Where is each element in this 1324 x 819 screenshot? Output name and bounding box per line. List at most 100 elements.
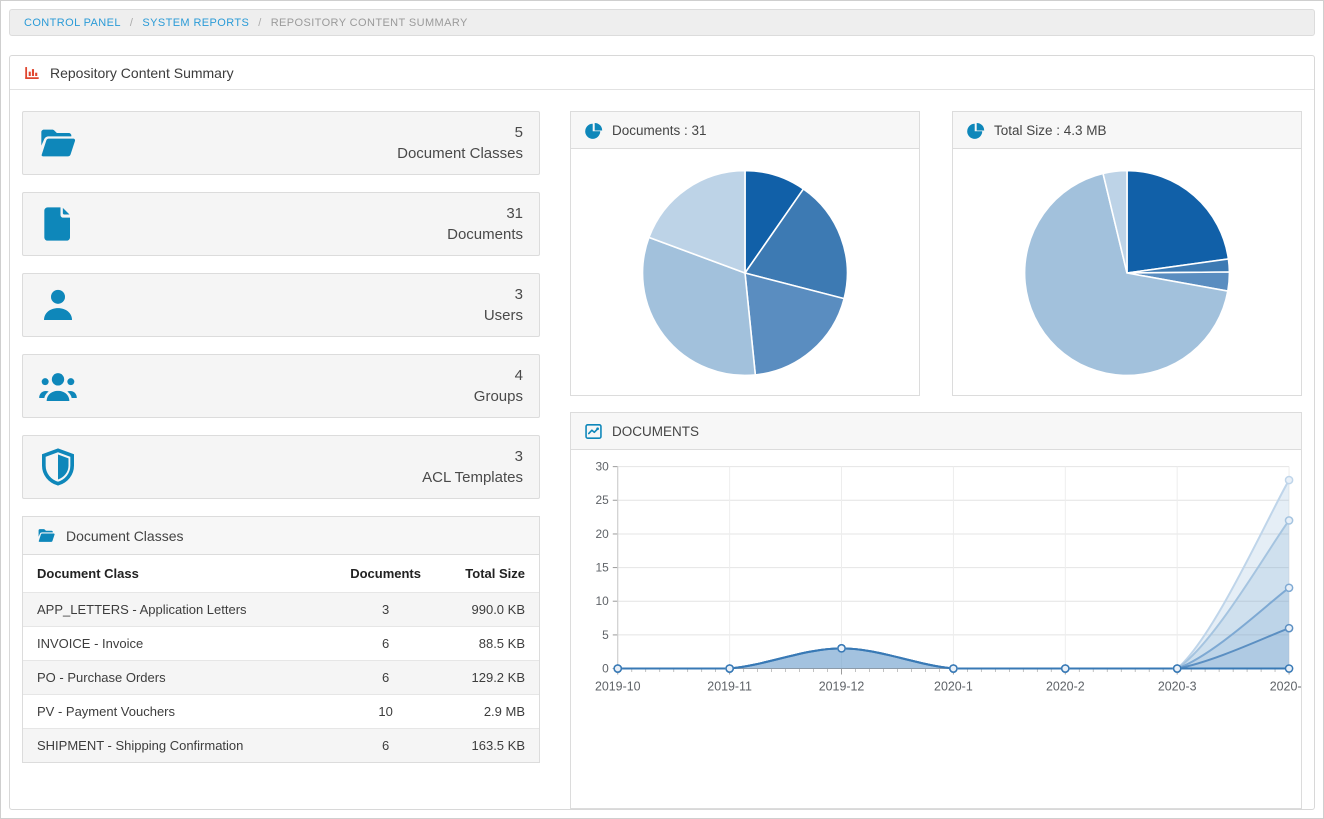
breadcrumb-item: REPOSITORY CONTENT SUMMARY [271,17,468,29]
documents-timeline-panel: DOCUMENTS 0 5 10 15 20 25 30 2019-10 2019-11 2019… [570,412,1302,809]
column-header-documents: Documents [336,555,435,593]
cell-documents: 10 [336,695,435,729]
cell-total-size: 2.9 MB [435,695,539,729]
stat-card-groups: 4 Groups [22,354,540,418]
documents-timeline-header: DOCUMENTS [571,413,1301,450]
stat-label: Document Classes [397,143,523,164]
data-point-marker[interactable] [1285,476,1292,483]
stat-card-documents: 31 Documents [22,192,540,256]
documents-timeline-title: DOCUMENTS [612,424,699,439]
data-point-marker[interactable] [1285,665,1292,672]
cell-total-size: 163.5 KB [435,729,539,763]
svg-text:30: 30 [596,460,610,474]
breadcrumb-item[interactable]: CONTROL PANEL [24,17,121,29]
pie-chart-icon [966,121,985,140]
svg-text:0: 0 [602,662,609,676]
page-header: Repository Content Summary [10,56,1314,90]
svg-text:10: 10 [596,594,610,608]
cell-document-class: SHIPMENT - Shipping Confirmation [23,729,336,763]
svg-text:2019-11: 2019-11 [707,679,752,693]
total-size-pie-header: Total Size : 4.3 MB [953,112,1301,149]
svg-text:2019-12: 2019-12 [819,679,865,693]
data-point-marker[interactable] [726,665,733,672]
stat-label: Groups [474,386,523,407]
data-point-marker[interactable] [950,665,957,672]
stat-cards: 5 Document Classes 31 Documents 3 Users … [22,111,540,499]
breadcrumb-separator: / [130,17,133,29]
total-size-pie-panel: Total Size : 4.3 MB [952,111,1302,396]
svg-text:20: 20 [596,527,610,541]
folder-open-icon [37,123,83,163]
folder-open-icon [37,526,56,545]
pie-slice-APP_LETTERS[interactable] [1127,171,1228,273]
total-size-pie-chart[interactable] [953,149,1301,395]
cell-documents: 6 [336,729,435,763]
cell-total-size: 88.5 KB [435,627,539,661]
stat-value: 3 [422,446,523,467]
bar-chart-icon [23,64,41,82]
svg-text:2020-3: 2020-3 [1158,679,1197,693]
data-point-marker[interactable] [1285,517,1292,524]
svg-text:2019-10: 2019-10 [595,679,641,693]
document-classes-panel: Document Classes Document Class Document… [22,516,540,763]
column-header-total-size: Total Size [435,555,539,593]
table-row: INVOICE - Invoice 6 88.5 KB [23,627,539,661]
data-point-marker[interactable] [1174,665,1181,672]
svg-text:2020-2: 2020-2 [1046,679,1085,693]
stat-label: Documents [447,224,523,245]
documents-pie-panel: Documents : 31 [570,111,920,396]
column-header-document-class: Document Class [23,555,336,593]
svg-text:2020-4: 2020-4 [1270,679,1301,693]
document-classes-header: Document Classes [23,517,539,555]
cell-document-class: PO - Purchase Orders [23,661,336,695]
cell-documents: 3 [336,593,435,627]
stat-value: 4 [474,365,523,386]
documents-pie-header: Documents : 31 [571,112,919,149]
cell-documents: 6 [336,661,435,695]
stat-card-document-classes: 5 Document Classes [22,111,540,175]
summary-column: 5 Document Classes 31 Documents 3 Users … [22,111,540,809]
stat-card-users: 3 Users [22,273,540,337]
document-classes-table: Document Class Documents Total Size APP_… [23,555,539,762]
cell-document-class: APP_LETTERS - Application Letters [23,593,336,627]
data-point-marker[interactable] [1285,584,1292,591]
document-classes-title: Document Classes [66,528,184,544]
stat-value: 3 [484,284,523,305]
shield-icon [37,447,83,487]
svg-text:15: 15 [596,561,610,575]
breadcrumb-item[interactable]: SYSTEM REPORTS [142,17,249,29]
cell-total-size: 129.2 KB [435,661,539,695]
data-point-marker[interactable] [614,665,621,672]
file-icon [37,204,83,244]
content-area: 5 Document Classes 31 Documents 3 Users … [10,91,1314,809]
stat-card-acl-templates: 3 ACL Templates [22,435,540,499]
data-point-marker[interactable] [1062,665,1069,672]
documents-pie-title: Documents : 31 [612,123,707,138]
pie-charts-row: Documents : 31 Total Size : 4.3 MB [570,111,1302,396]
stat-value: 31 [447,203,523,224]
table-row: PO - Purchase Orders 6 129.2 KB [23,661,539,695]
table-row: PV - Payment Vouchers 10 2.9 MB [23,695,539,729]
svg-text:5: 5 [602,628,609,642]
page: { "colors": { "accent": "#0e87ba", "titl… [0,0,1324,819]
svg-text:2020-1: 2020-1 [934,679,973,693]
stat-value: 5 [397,122,523,143]
line-chart-icon [584,422,603,441]
charts-column: Documents : 31 Total Size : 4.3 MB [570,111,1302,809]
cell-document-class: INVOICE - Invoice [23,627,336,661]
total-size-pie-title: Total Size : 4.3 MB [994,123,1107,138]
users-icon [37,366,83,406]
svg-text:25: 25 [596,493,610,507]
breadcrumb-separator: / [258,17,261,29]
cell-document-class: PV - Payment Vouchers [23,695,336,729]
documents-pie-chart[interactable] [571,149,919,395]
table-row: APP_LETTERS - Application Letters 3 990.… [23,593,539,627]
documents-area-chart[interactable]: 0 5 10 15 20 25 30 2019-10 2019-11 2019-12 2020-1 2… [571,450,1301,716]
data-point-marker[interactable] [838,645,845,652]
table-row: SHIPMENT - Shipping Confirmation 6 163.5… [23,729,539,763]
breadcrumb: CONTROL PANEL / SYSTEM REPORTS / REPOSITORY … [9,9,1315,36]
main-panel: Repository Content Summary 5 Document Cl… [9,55,1315,810]
data-point-marker[interactable] [1285,625,1292,632]
stat-label: Users [484,305,523,326]
cell-total-size: 990.0 KB [435,593,539,627]
